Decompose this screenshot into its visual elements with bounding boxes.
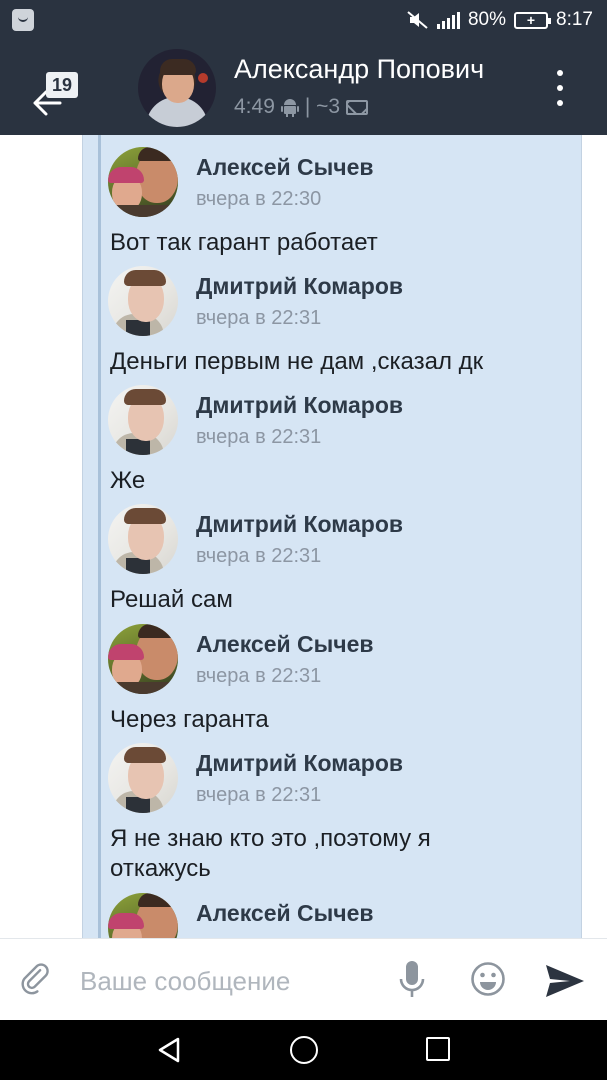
author-name[interactable]: Дмитрий Комаров: [196, 273, 403, 300]
signal-icon: [436, 11, 460, 29]
contact-status: 4:49 | ~3: [234, 95, 369, 119]
author-avatar[interactable]: [108, 504, 178, 574]
forward-indicator-bar: [98, 135, 101, 938]
status-icons: 80% + 8:17: [407, 8, 593, 32]
notification-icon: [12, 9, 34, 31]
message-time: вчера в 22:31: [196, 665, 322, 687]
message-text: Деньги первым не дам ,сказал дк: [110, 348, 484, 375]
author-name[interactable]: Алексей Сычев: [196, 154, 374, 181]
message-text: Решай сам: [110, 586, 233, 613]
battery-percent: 80%: [467, 9, 507, 30]
author-name[interactable]: Дмитрий Комаров: [196, 392, 403, 419]
contact-name[interactable]: Александр Попович: [234, 54, 514, 85]
author-name[interactable]: Дмитрий Комаров: [196, 750, 403, 777]
author-avatar[interactable]: [108, 147, 178, 217]
back-button[interactable]: 19: [22, 60, 82, 120]
battery-icon: +: [514, 11, 552, 29]
composer-bar: [0, 938, 607, 1020]
emoji-icon[interactable]: [470, 961, 506, 997]
android-icon: [280, 99, 299, 117]
last-seen: 4:49: [234, 95, 275, 118]
message-time: вчера в 22:31: [196, 545, 322, 567]
message-text: Вот так гарант работает: [110, 229, 378, 256]
send-icon[interactable]: [544, 963, 586, 999]
envelope-icon: [346, 99, 369, 115]
message-input[interactable]: [80, 961, 380, 1001]
message-list[interactable]: Алексей Сычев вчера в 22:30 Вот так гара…: [0, 135, 607, 938]
message-time: вчера в 22:31: [196, 307, 322, 329]
author-name[interactable]: Дмитрий Комаров: [196, 511, 403, 538]
clock: 8:17: [556, 9, 593, 30]
message-count: | ~3: [304, 95, 341, 118]
system-nav-bar: [0, 1020, 607, 1080]
message-text: Через гаранта: [110, 706, 269, 733]
author-avatar[interactable]: [108, 266, 178, 336]
chat-header: 19 Александр Попович 4:49 | ~3: [0, 40, 607, 135]
message-time: вчера в 22:31: [196, 426, 322, 448]
mute-icon: [407, 11, 429, 29]
nav-back-icon[interactable]: [156, 1037, 182, 1063]
more-vertical-icon[interactable]: [548, 70, 572, 106]
message-time: вчера в 22:31: [196, 784, 322, 806]
nav-recents-icon[interactable]: [426, 1037, 450, 1061]
author-avatar[interactable]: [108, 385, 178, 455]
microphone-icon[interactable]: [398, 959, 426, 1001]
author-name[interactable]: Алексей Сычев: [196, 900, 374, 927]
message-time: вчера в 22:30: [196, 188, 322, 210]
status-bar: 80% + 8:17: [0, 0, 607, 40]
message-text: Же: [110, 467, 146, 494]
nav-home-icon[interactable]: [290, 1036, 318, 1064]
author-avatar[interactable]: [108, 743, 178, 813]
paperclip-icon[interactable]: [20, 963, 54, 997]
unread-badge: 19: [46, 72, 78, 98]
message-text: Я не знаю кто это ,поэтому я откажусь: [110, 825, 431, 882]
author-avatar[interactable]: [108, 624, 178, 694]
contact-avatar[interactable]: [138, 49, 216, 127]
author-name[interactable]: Алексей Сычев: [196, 631, 374, 658]
